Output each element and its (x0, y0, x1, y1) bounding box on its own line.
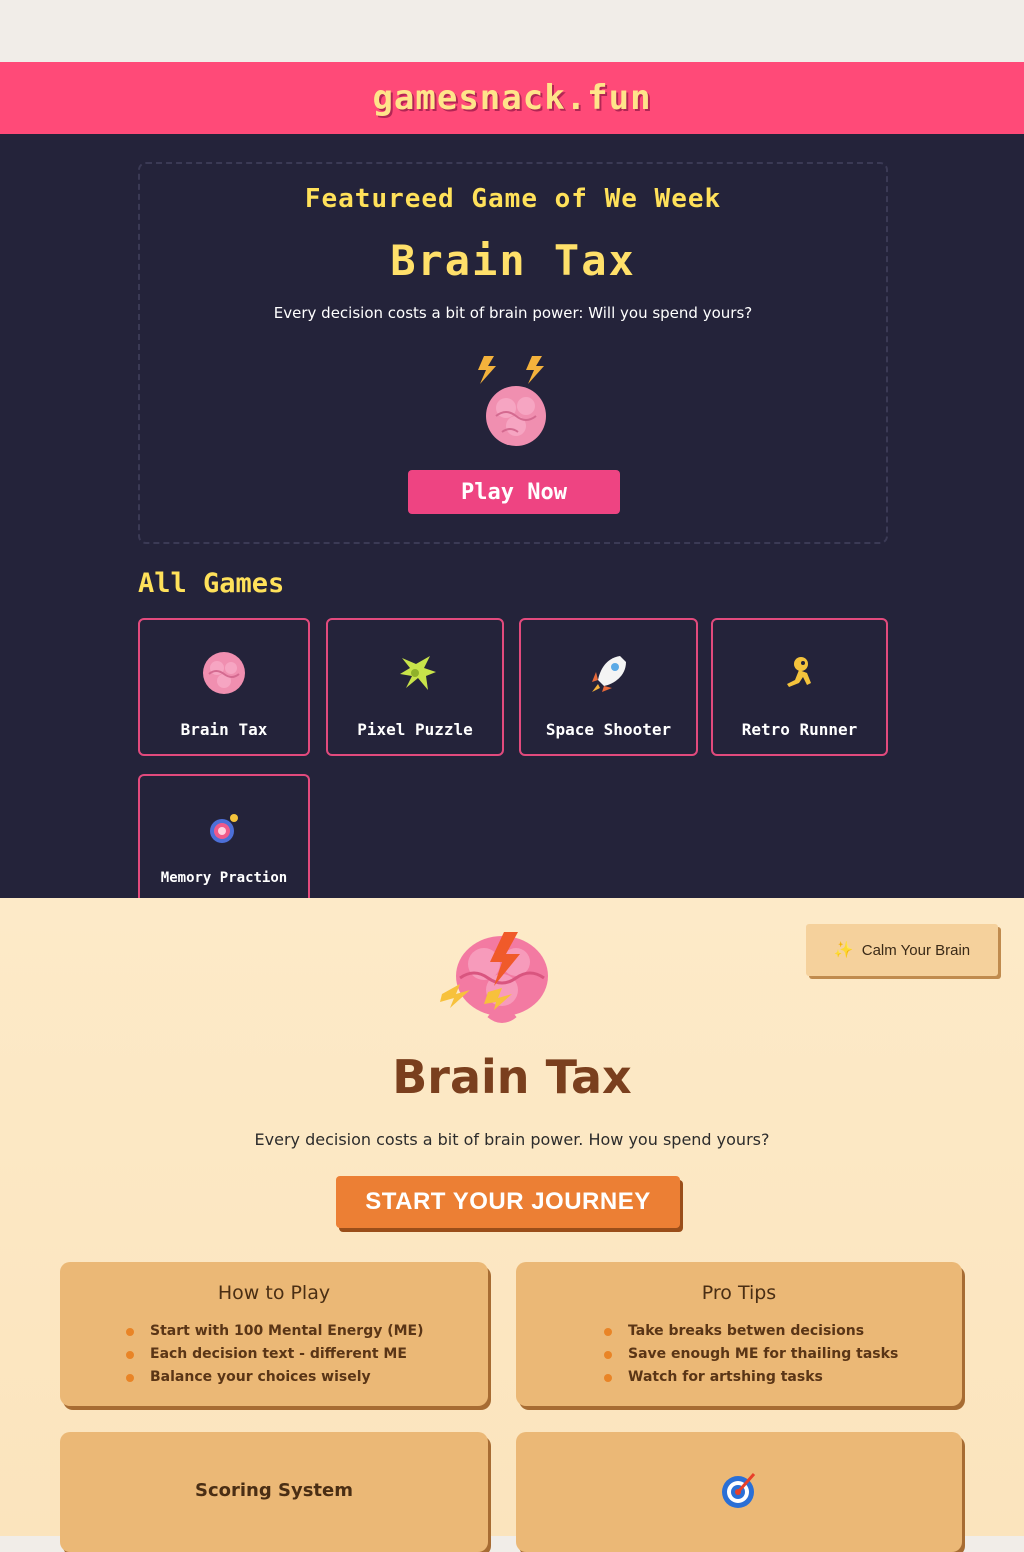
brain-with-lightning-icon (478, 356, 546, 446)
brain-icon (203, 652, 245, 694)
top-strip (0, 0, 1024, 62)
list-item: Each decision text - different ME (122, 1343, 424, 1366)
game-card-label: Memory Praction (160, 870, 288, 886)
calm-your-brain-label: Calm Your Brain (861, 941, 971, 959)
site-logo-link[interactable]: gamesnack.fun (372, 78, 651, 118)
play-now-button[interactable]: Play Now (408, 470, 620, 514)
featured-label: Featureed Game of We Week (304, 184, 722, 214)
pro-tips-heading: Pro Tips (701, 1282, 777, 1304)
game-detail-section: ✨ Calm Your Brain Brain Tax Every decisi… (0, 898, 1024, 1552)
runner-icon (786, 657, 811, 687)
target-icon (722, 1473, 756, 1508)
game-card-memory[interactable]: Memory Praction (138, 774, 310, 904)
list-item: Balance your choices wisely (122, 1366, 424, 1389)
game-title: Brain Tax (392, 1050, 632, 1104)
wand-icon: ✨ (833, 942, 854, 959)
memory-orb-icon (210, 814, 238, 843)
scoring-system-heading: Scoring System (195, 1480, 353, 1501)
featured-title: Brain Tax (390, 236, 636, 285)
brain-lightning-hero-icon (440, 932, 548, 1023)
site-header: gamesnack.fun (0, 62, 1024, 134)
how-to-play-panel: How to Play Start with 100 Mental Energy… (60, 1262, 488, 1406)
puzzle-icon (400, 656, 436, 690)
how-to-play-heading: How to Play (217, 1282, 331, 1304)
rocket-icon (591, 656, 626, 692)
game-card-label: Space Shooter (545, 720, 672, 739)
game-card-retro-runner[interactable]: Retro Runner (711, 618, 888, 756)
list-item: Start with 100 Mental Energy (ME) (122, 1320, 424, 1343)
scoring-system-panel: Scoring System (60, 1432, 488, 1552)
game-card-brain-tax[interactable]: Brain Tax (138, 618, 310, 756)
pro-tips-list: Take breaks betwen decisions Save enough… (600, 1320, 898, 1389)
list-item: Save enough ME for thailing tasks (600, 1343, 898, 1366)
game-card-space-shooter[interactable]: Space Shooter (519, 618, 698, 756)
arcade-section: Featureed Game of We Week Brain Tax Ever… (0, 134, 1024, 904)
start-journey-button[interactable]: START YOUR JOURNEY (336, 1176, 680, 1228)
game-card-label: Pixel Puzzle (357, 720, 473, 739)
featured-game-panel: Featureed Game of We Week Brain Tax Ever… (138, 162, 888, 544)
pro-tips-panel: Pro Tips Take breaks betwen decisions Sa… (516, 1262, 962, 1406)
list-item: Take breaks betwen decisions (600, 1320, 898, 1343)
calm-your-brain-button[interactable]: ✨ Calm Your Brain (806, 924, 998, 976)
all-games-heading: All Games (138, 568, 285, 599)
game-card-pixel-puzzle[interactable]: Pixel Puzzle (326, 618, 504, 756)
list-item: Watch for artshing tasks (600, 1366, 898, 1389)
game-card-label: Brain Tax (180, 720, 268, 739)
featured-description: Every decision costs a bit of brain powe… (273, 304, 753, 322)
game-card-label: Retro Runner (741, 720, 858, 739)
target-panel (516, 1432, 962, 1552)
game-description: Every decision costs a bit of brain powe… (254, 1130, 770, 1149)
how-to-play-list: Start with 100 Mental Energy (ME) Each d… (122, 1320, 424, 1389)
